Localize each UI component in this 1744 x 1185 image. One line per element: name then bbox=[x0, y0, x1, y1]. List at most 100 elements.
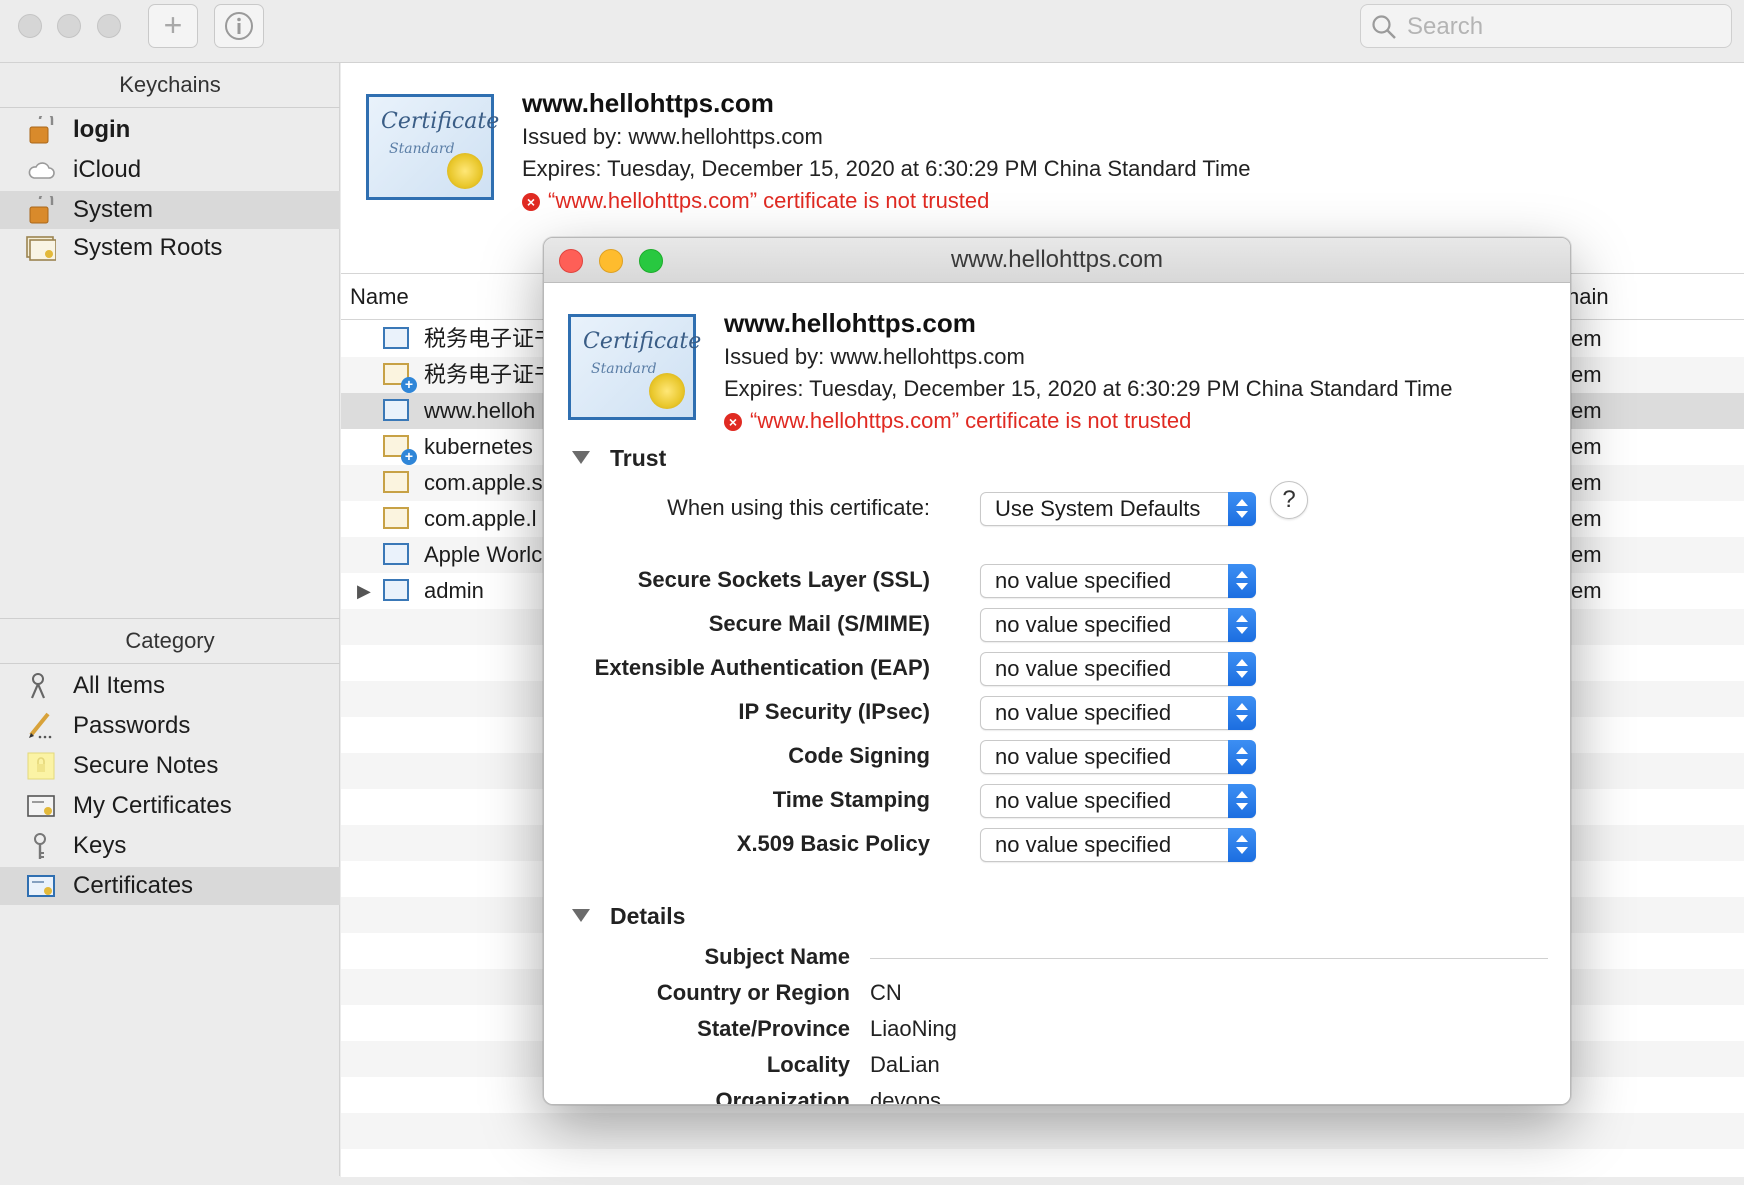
detail-value: DaLian bbox=[870, 1052, 940, 1077]
row-keychain: em bbox=[1571, 362, 1602, 387]
row-name: kubernetes bbox=[424, 434, 533, 459]
minimize-window-button[interactable] bbox=[57, 14, 81, 38]
plus-badge-icon: + bbox=[401, 377, 417, 393]
popup-value: no value specified bbox=[995, 744, 1172, 769]
window-body: Certificate Standard www.hellohttps.com … bbox=[544, 283, 1570, 1104]
keychains-header: Keychains bbox=[0, 63, 340, 108]
smime-popup[interactable]: no value specified bbox=[980, 608, 1256, 642]
ssl-popup[interactable]: no value specified bbox=[980, 564, 1256, 598]
certificate-issuer: Issued by: www.hellohttps.com bbox=[724, 344, 1025, 369]
certificate-image: Certificate Standard bbox=[568, 314, 701, 420]
certificate-image: Certificate Standard bbox=[366, 94, 499, 200]
search-field[interactable] bbox=[1360, 4, 1732, 48]
ipsec-popup[interactable]: no value specified bbox=[980, 696, 1256, 730]
row-name: com.apple.l bbox=[424, 506, 537, 531]
get-info-button[interactable] bbox=[214, 4, 264, 48]
stepper-arrows-icon bbox=[1228, 608, 1256, 642]
note-icon bbox=[27, 752, 55, 780]
category-label: Secure Notes bbox=[73, 752, 219, 779]
time-stamping-popup[interactable]: no value specified bbox=[980, 784, 1256, 818]
eap-popup[interactable]: no value specified bbox=[980, 652, 1256, 686]
stepper-arrows-icon bbox=[1228, 828, 1256, 862]
detail-label: Locality bbox=[766, 1052, 850, 1077]
add-item-button[interactable]: + bbox=[148, 4, 198, 48]
smime-label: Secure Mail (S/MIME) bbox=[708, 611, 930, 636]
certificate-icon bbox=[383, 327, 409, 349]
empty-row bbox=[341, 1149, 1744, 1185]
code-signing-label: Code Signing bbox=[788, 743, 930, 768]
row-name: www.helloh bbox=[424, 398, 536, 423]
row-keychain: em bbox=[1571, 470, 1602, 495]
keychain-label: System Roots bbox=[73, 234, 223, 261]
x509-label: X.509 Basic Policy bbox=[736, 831, 930, 856]
when-using-popup[interactable]: Use System Defaults bbox=[980, 492, 1256, 526]
category-my-certificates[interactable]: My Certificates bbox=[0, 787, 340, 825]
category-secure-notes[interactable]: Secure Notes bbox=[0, 747, 340, 785]
certificate-error: × “www.hellohttps.com” certificate is not… bbox=[724, 408, 1191, 434]
row-keychain: em bbox=[1571, 506, 1602, 531]
category-all-items[interactable]: All Items bbox=[0, 667, 340, 705]
certificate-image-text: Certificate bbox=[381, 109, 500, 134]
zoom-window-button[interactable] bbox=[97, 14, 121, 38]
x509-popup[interactable]: no value specified bbox=[980, 828, 1256, 862]
certificate-icon bbox=[383, 399, 409, 421]
certificate-expiry: Expires: Tuesday, December 15, 2020 at 6… bbox=[522, 156, 1251, 181]
time-stamping-label: Time Stamping bbox=[772, 787, 930, 812]
search-icon bbox=[1372, 15, 1396, 39]
certificate-error-text: “www.hellohttps.com” certificate is not … bbox=[548, 188, 990, 213]
cloud-icon bbox=[28, 162, 55, 179]
certificate-icon: + bbox=[383, 435, 417, 465]
toolbar: + bbox=[0, 0, 1744, 63]
row-keychain: em bbox=[1571, 542, 1602, 567]
certificate-icon bbox=[383, 471, 409, 493]
key-icon bbox=[34, 833, 46, 859]
keychain-label: login bbox=[73, 116, 131, 143]
window-titlebar[interactable]: www.hellohttps.com bbox=[544, 238, 1570, 283]
column-header-keychain[interactable]: hain bbox=[1567, 284, 1609, 310]
help-button[interactable]: ? bbox=[1270, 481, 1308, 519]
stepper-arrows-icon bbox=[1228, 652, 1256, 686]
lock-open-icon bbox=[29, 116, 54, 144]
certificate-error: × “www.hellohttps.com” certificate is not… bbox=[522, 188, 989, 214]
category-certificates[interactable]: Certificates bbox=[0, 867, 340, 905]
disclosure-triangle-icon bbox=[572, 451, 590, 464]
search-input[interactable] bbox=[1405, 11, 1709, 43]
category-keys[interactable]: Keys bbox=[0, 827, 340, 865]
certificate-icon bbox=[383, 507, 409, 529]
empty-row bbox=[341, 1113, 1744, 1149]
keychain-system[interactable]: System bbox=[0, 191, 340, 229]
close-window-button[interactable] bbox=[18, 14, 42, 38]
stepper-arrows-icon bbox=[1228, 696, 1256, 730]
popup-value: no value specified bbox=[995, 700, 1172, 725]
error-icon: × bbox=[724, 413, 742, 431]
popup-value: no value specified bbox=[995, 568, 1172, 593]
disclosure-triangle-icon[interactable]: ▶ bbox=[357, 573, 371, 609]
keychain-system-roots[interactable]: System Roots bbox=[0, 229, 340, 267]
certificate-error-text: “www.hellohttps.com” certificate is not … bbox=[750, 408, 1192, 433]
category-label: Certificates bbox=[73, 872, 194, 899]
keychain-login[interactable]: login bbox=[0, 111, 340, 149]
trust-section-toggle[interactable]: Trust bbox=[572, 445, 666, 472]
lock-open-icon bbox=[29, 196, 54, 224]
stepper-arrows-icon bbox=[1228, 740, 1256, 774]
row-keychain: em bbox=[1571, 434, 1602, 459]
code-signing-popup[interactable]: no value specified bbox=[980, 740, 1256, 774]
details-section-label: Details bbox=[610, 903, 686, 929]
category-passwords[interactable]: Passwords bbox=[0, 707, 340, 745]
certificate-icon bbox=[383, 543, 409, 565]
detail-value: CN bbox=[870, 980, 902, 1005]
keychain-label: System bbox=[73, 196, 154, 223]
certificate-title: www.hellohttps.com bbox=[724, 308, 976, 338]
column-header-name[interactable]: Name bbox=[350, 284, 409, 310]
category-label: Keys bbox=[73, 832, 127, 859]
certificate-info-window: www.hellohttps.com Certificate Standard … bbox=[543, 237, 1571, 1105]
info-icon bbox=[225, 12, 253, 40]
certificate-image-subtext: Standard bbox=[389, 141, 455, 157]
sidebar: Keychains login iCloud System System Roo… bbox=[0, 63, 340, 1176]
stepper-arrows-icon bbox=[1228, 492, 1256, 526]
keychain-icloud[interactable]: iCloud bbox=[0, 151, 340, 189]
ssl-label: Secure Sockets Layer (SSL) bbox=[637, 567, 930, 592]
certificate-title: www.hellohttps.com bbox=[522, 88, 774, 118]
details-section-toggle[interactable]: Details bbox=[572, 903, 685, 930]
stepper-arrows-icon bbox=[1228, 564, 1256, 598]
